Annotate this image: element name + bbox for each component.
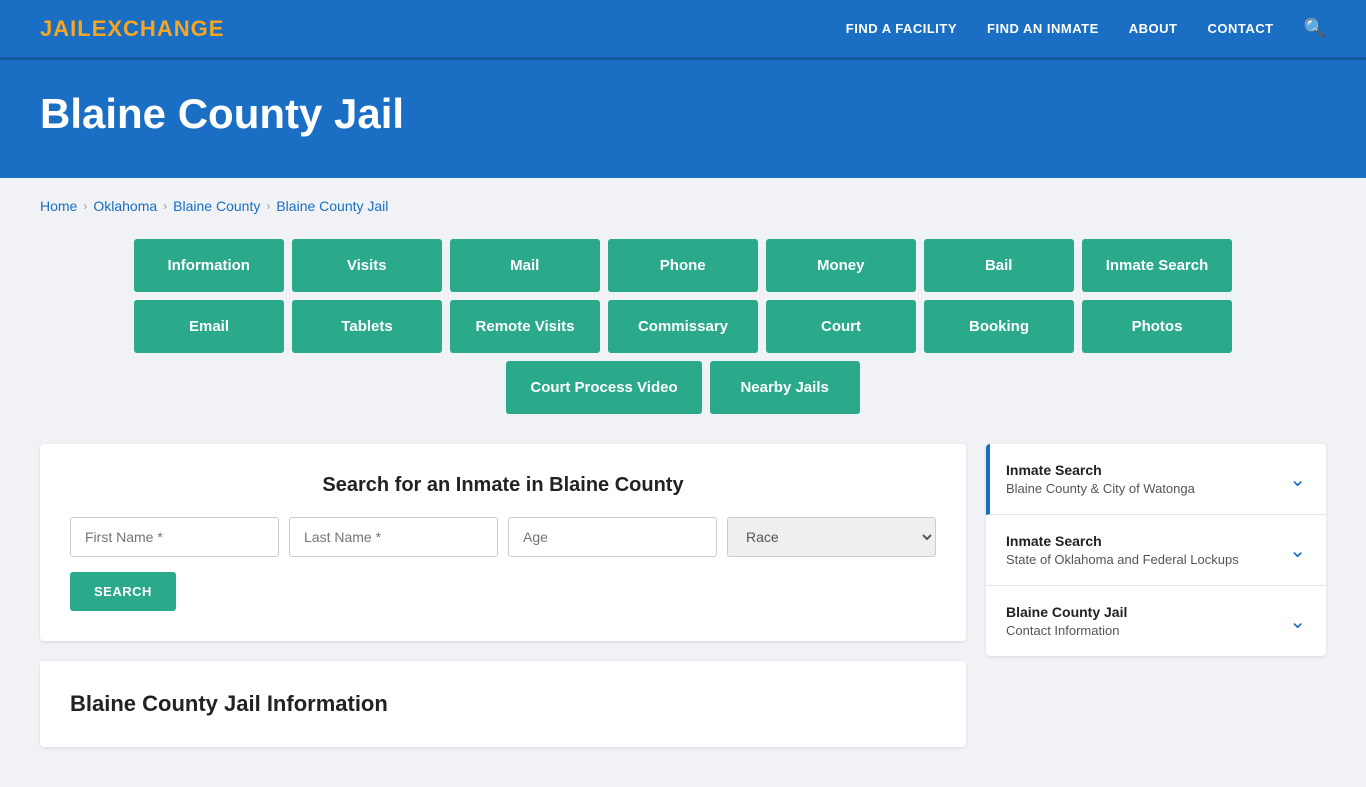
sidebar-item-2-text: Inmate Search State of Oklahoma and Fede… <box>1006 533 1239 567</box>
logo[interactable]: JAILEXCHANGE <box>40 16 224 42</box>
main-nav: FIND A FACILITY FIND AN INMATE ABOUT CON… <box>846 18 1326 39</box>
content-area: Home › Oklahoma › Blaine County › Blaine… <box>0 178 1366 787</box>
chevron-icon-3: ⌄ <box>1289 609 1306 634</box>
sidebar-item-1-title: Inmate Search <box>1006 462 1195 478</box>
nav-about[interactable]: ABOUT <box>1129 21 1178 36</box>
breadcrumb: Home › Oklahoma › Blaine County › Blaine… <box>40 198 1326 214</box>
main-layout: Search for an Inmate in Blaine County Ra… <box>40 444 1326 747</box>
header: JAILEXCHANGE FIND A FACILITY FIND AN INM… <box>0 0 1366 60</box>
btn-photos[interactable]: Photos <box>1082 300 1232 353</box>
sidebar-card: Inmate Search Blaine County & City of Wa… <box>986 444 1326 656</box>
btn-nearby-jails[interactable]: Nearby Jails <box>710 361 860 414</box>
sidebar-item-1-text: Inmate Search Blaine County & City of Wa… <box>1006 462 1195 496</box>
info-title: Blaine County Jail Information <box>70 691 936 717</box>
btn-court[interactable]: Court <box>766 300 916 353</box>
sep2: › <box>163 199 167 213</box>
btn-information[interactable]: Information <box>134 239 284 292</box>
btn-mail[interactable]: Mail <box>450 239 600 292</box>
info-section: Blaine County Jail Information <box>40 661 966 747</box>
search-button[interactable]: SEARCH <box>70 572 176 611</box>
logo-part1: JAIL <box>40 16 92 41</box>
search-fields: Race White Black Hispanic Asian Other <box>70 517 936 557</box>
breadcrumb-jail[interactable]: Blaine County Jail <box>276 198 388 214</box>
search-box: Search for an Inmate in Blaine County Ra… <box>40 444 966 641</box>
logo-part2-rest: XCHANGE <box>107 16 224 41</box>
btn-inmate-search[interactable]: Inmate Search <box>1082 239 1233 292</box>
nav-buttons-section: Information Visits Mail Phone Money Bail… <box>40 239 1326 414</box>
sidebar-item-2[interactable]: Inmate Search State of Oklahoma and Fede… <box>986 515 1326 586</box>
first-name-input[interactable] <box>70 517 279 557</box>
sidebar-item-3-subtitle: Contact Information <box>1006 623 1127 638</box>
sep1: › <box>83 199 87 213</box>
search-icon[interactable]: 🔍 <box>1304 18 1326 39</box>
age-input[interactable] <box>508 517 717 557</box>
sep3: › <box>266 199 270 213</box>
btn-row-1: Information Visits Mail Phone Money Bail… <box>134 239 1233 292</box>
btn-booking[interactable]: Booking <box>924 300 1074 353</box>
btn-commissary[interactable]: Commissary <box>608 300 758 353</box>
nav-contact[interactable]: CONTACT <box>1207 21 1273 36</box>
search-title: Search for an Inmate in Blaine County <box>70 474 936 497</box>
logo-exchange: E <box>92 16 108 41</box>
breadcrumb-home[interactable]: Home <box>40 198 77 214</box>
btn-row-3: Court Process Video Nearby Jails <box>506 361 859 414</box>
btn-tablets[interactable]: Tablets <box>292 300 442 353</box>
btn-bail[interactable]: Bail <box>924 239 1074 292</box>
sidebar-item-3-text: Blaine County Jail Contact Information <box>1006 604 1127 638</box>
breadcrumb-blaine-county[interactable]: Blaine County <box>173 198 260 214</box>
race-select[interactable]: Race White Black Hispanic Asian Other <box>727 517 936 557</box>
btn-phone[interactable]: Phone <box>608 239 758 292</box>
sidebar-item-3-title: Blaine County Jail <box>1006 604 1127 620</box>
nav-find-facility[interactable]: FIND A FACILITY <box>846 21 957 36</box>
btn-court-process-video[interactable]: Court Process Video <box>506 361 701 414</box>
breadcrumb-oklahoma[interactable]: Oklahoma <box>93 198 157 214</box>
left-content: Search for an Inmate in Blaine County Ra… <box>40 444 966 747</box>
btn-row-2: Email Tablets Remote Visits Commissary C… <box>134 300 1232 353</box>
btn-visits[interactable]: Visits <box>292 239 442 292</box>
sidebar-item-2-subtitle: State of Oklahoma and Federal Lockups <box>1006 552 1239 567</box>
page-title: Blaine County Jail <box>40 90 1326 138</box>
btn-money[interactable]: Money <box>766 239 916 292</box>
chevron-icon-1: ⌄ <box>1289 467 1306 492</box>
sidebar-item-1-subtitle: Blaine County & City of Watonga <box>1006 481 1195 496</box>
btn-remote-visits[interactable]: Remote Visits <box>450 300 600 353</box>
right-sidebar: Inmate Search Blaine County & City of Wa… <box>986 444 1326 656</box>
nav-find-inmate[interactable]: FIND AN INMATE <box>987 21 1099 36</box>
hero-section: Blaine County Jail <box>0 60 1366 178</box>
sidebar-item-2-title: Inmate Search <box>1006 533 1239 549</box>
chevron-icon-2: ⌄ <box>1289 538 1306 563</box>
btn-email[interactable]: Email <box>134 300 284 353</box>
sidebar-item-3[interactable]: Blaine County Jail Contact Information ⌄ <box>986 586 1326 656</box>
sidebar-item-1[interactable]: Inmate Search Blaine County & City of Wa… <box>986 444 1326 515</box>
last-name-input[interactable] <box>289 517 498 557</box>
